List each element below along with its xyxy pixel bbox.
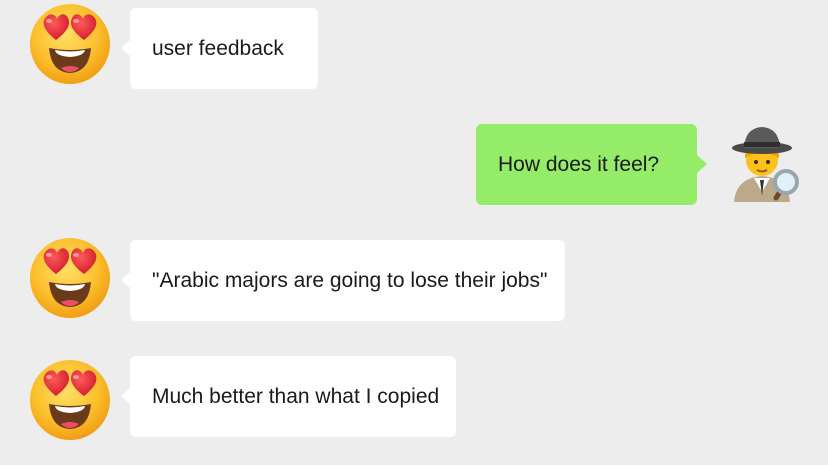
message-bubble-how-does-it-feel[interactable]: How does it feel?	[476, 124, 707, 205]
message-text: user feedback	[152, 36, 284, 60]
message-text: How does it feel?	[498, 152, 660, 176]
detective-emoji-avatar[interactable]	[720, 118, 804, 202]
message-bubble-arabic-majors[interactable]: "Arabic majors are going to lose their j…	[121, 240, 565, 321]
message-bubble-user-feedback[interactable]: user feedback	[121, 8, 318, 89]
heart-eyes-icon	[28, 236, 112, 320]
heart-eyes-emoji-avatar[interactable]	[28, 358, 112, 442]
heart-eyes-icon	[28, 2, 112, 86]
heart-eyes-icon	[28, 358, 112, 442]
message-text: "Arabic majors are going to lose their j…	[152, 268, 548, 292]
message-text: Much better than what I copied	[152, 384, 440, 408]
detective-icon	[720, 118, 804, 202]
heart-eyes-emoji-avatar[interactable]	[28, 236, 112, 320]
message-bubble-much-better[interactable]: Much better than what I copied	[121, 356, 456, 437]
heart-eyes-emoji-avatar[interactable]	[28, 2, 112, 86]
